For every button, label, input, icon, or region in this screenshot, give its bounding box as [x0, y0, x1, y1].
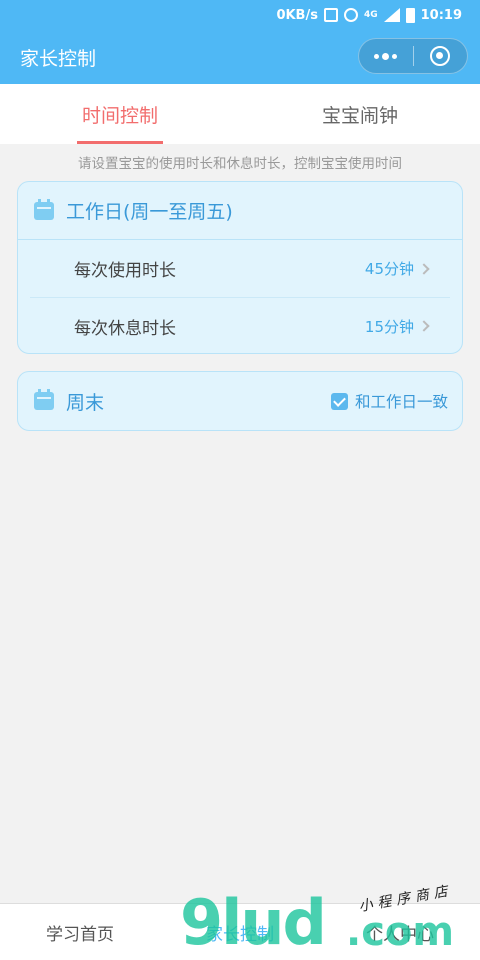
- tabbar-item-parental-control[interactable]: 家长控制: [160, 904, 320, 960]
- more-dot-icon: [382, 52, 390, 60]
- tab-baby-alarm[interactable]: 宝宝闹钟: [240, 84, 480, 144]
- tab-time-control[interactable]: 时间控制: [0, 84, 240, 144]
- chevron-right-icon: [418, 262, 430, 275]
- hint-text: 请设置宝宝的使用时长和休息时长，控制宝宝使用时间: [78, 156, 402, 172]
- battery-icon: [405, 7, 415, 23]
- use-duration-value: 45分钟: [364, 260, 414, 278]
- calendar-x-icon: [34, 389, 54, 410]
- more-dot-icon: [392, 53, 398, 59]
- status-time: 10:19: [420, 7, 462, 23]
- rest-duration-label: 每次休息时长: [74, 318, 176, 339]
- same-as-weekday-label[interactable]: 和工作日一致: [355, 390, 448, 412]
- weekday-title: 工作日(周一至周五): [66, 201, 233, 223]
- same-as-weekday-checkbox[interactable]: [330, 392, 348, 410]
- use-duration-row[interactable]: 每次使用时长 45分钟: [30, 240, 450, 297]
- page-title: 家长控制: [20, 48, 97, 70]
- vibrate-icon: [323, 8, 338, 22]
- calendar-check-icon: [34, 198, 54, 220]
- miniprogram-capsule: [358, 38, 468, 74]
- tab-bar-top: 时间控制 宝宝闹钟: [0, 84, 480, 144]
- network-speed: 0KB/s: [276, 7, 318, 23]
- use-duration-label: 每次使用时长: [74, 261, 176, 281]
- bottom-tab-bar: 学习首页 家长控制 个人中心: [0, 903, 480, 960]
- weekday-card: 工作日(周一至周五) 每次使用时长 45分钟 每次休息时长 15分钟: [17, 181, 463, 354]
- more-button[interactable]: [359, 39, 413, 73]
- more-dot-icon: [374, 53, 380, 59]
- status-bar: 0KB/s 4G 10:19: [276, 4, 462, 26]
- signal-icon: [383, 8, 400, 22]
- target-icon: [430, 46, 451, 66]
- alarm-icon: [343, 8, 358, 22]
- rest-duration-value: 15分钟: [364, 317, 414, 336]
- weekend-card-header: 周末 和工作日一致: [18, 372, 462, 430]
- top-bar: 0KB/s 4G 10:19 家长控制: [0, 0, 480, 84]
- weekend-card: 周末 和工作日一致: [17, 371, 463, 431]
- weekday-card-header: 工作日(周一至周五): [18, 182, 462, 240]
- chevron-right-icon: [418, 320, 430, 332]
- network-type: 4G: [363, 9, 378, 20]
- tabbar-item-study-home[interactable]: 学习首页: [0, 904, 160, 960]
- tabbar-item-personal-center[interactable]: 个人中心: [320, 904, 480, 960]
- rest-duration-row[interactable]: 每次休息时长 15分钟: [30, 297, 450, 354]
- close-miniprogram-button[interactable]: [413, 39, 467, 73]
- weekend-title: 周末: [66, 391, 105, 414]
